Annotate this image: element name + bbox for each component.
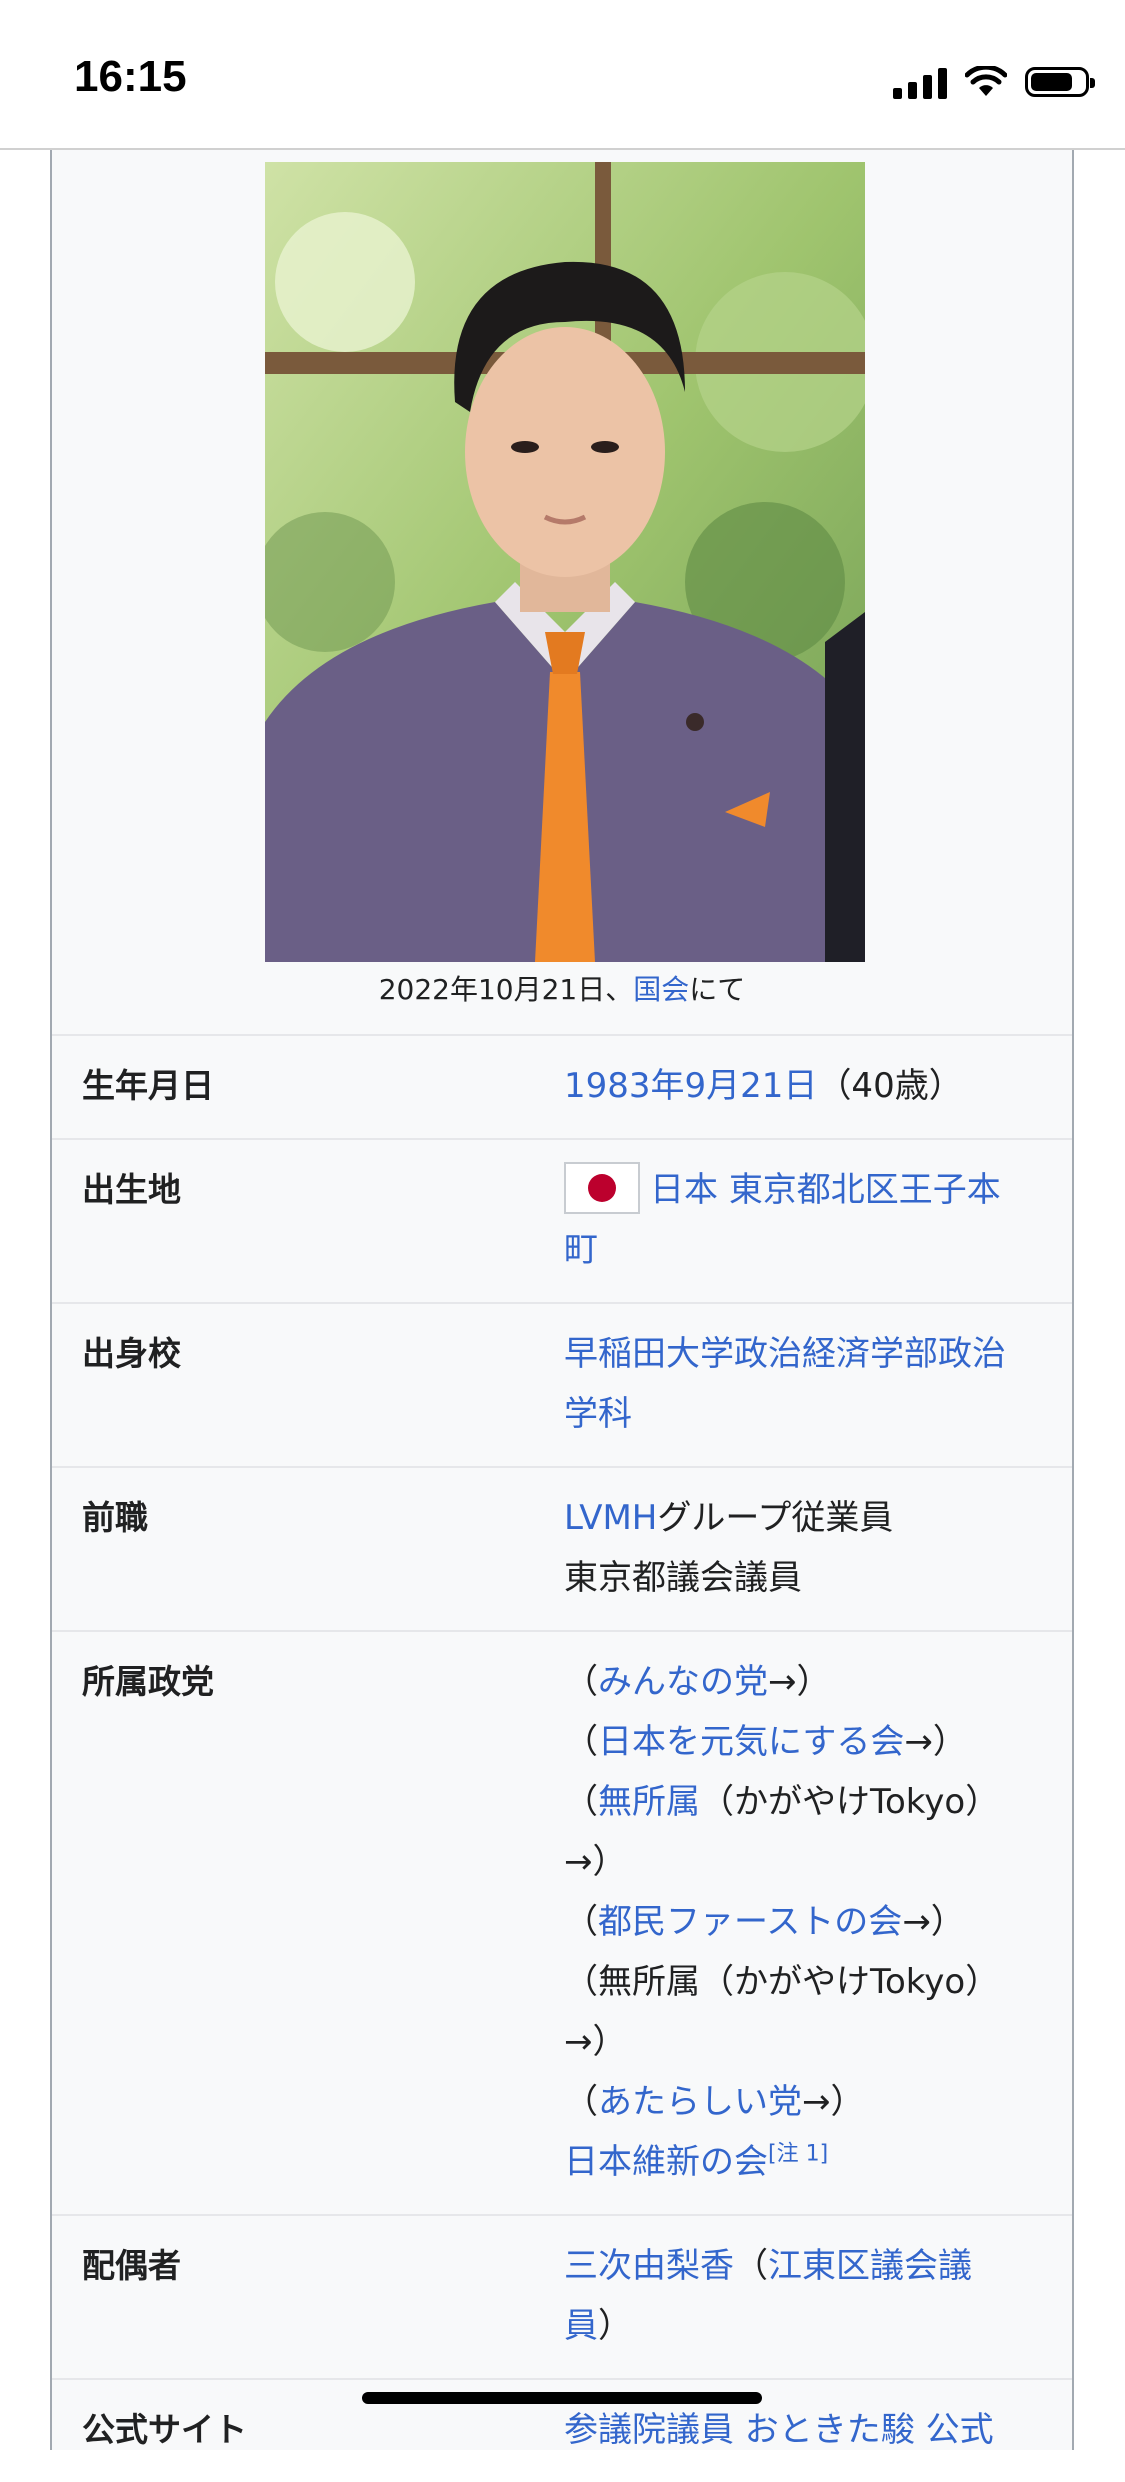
party-link-atarashii[interactable]: あたらしい党 bbox=[598, 2082, 802, 2122]
party-item: 日本維新の会[注 1] bbox=[564, 2132, 1034, 2192]
paren-close: →） bbox=[902, 1902, 965, 1942]
party-link-independent[interactable]: 無所属 bbox=[598, 1782, 700, 1822]
portrait-photo[interactable] bbox=[265, 162, 865, 962]
paren-close: →） bbox=[802, 2082, 865, 2122]
party-item: （無所属（かがやけTokyo）→） bbox=[564, 1952, 1034, 2072]
infobox-rows: 生年月日 1983年9月21日（40歳） 出生地 日本 東京都北区王子本町 出身… bbox=[52, 1034, 1072, 2482]
alma-mater-link[interactable]: 早稲田大学政治経済学部政治学科 bbox=[564, 1334, 1006, 1434]
paren-open: （ bbox=[564, 1722, 598, 1762]
party-item: （都民ファーストの会→） bbox=[564, 1892, 1034, 1952]
party-link-genki[interactable]: 日本を元気にする会 bbox=[598, 1722, 904, 1762]
spouse-name-link[interactable]: 三次由梨香 bbox=[564, 2246, 734, 2286]
caption-place-link[interactable]: 国会 bbox=[633, 973, 689, 1006]
company-suffix: グループ従業員 bbox=[657, 1498, 894, 1538]
age-text: （40歳） bbox=[817, 1066, 963, 1106]
party-item: （あたらしい党→） bbox=[564, 2072, 1034, 2132]
previous-job-line2: 東京都議会議員 bbox=[564, 1558, 802, 1598]
paren-open: （ bbox=[564, 2082, 598, 2122]
previous-job-value: LVMHグループ従業員 東京都議会議員 bbox=[564, 1488, 1034, 1608]
website-link[interactable]: 参議院議員 おときた駿 公式 bbox=[564, 2410, 994, 2450]
row-spouse: 配偶者 三次由梨香（江東区議会議員） bbox=[52, 2214, 1072, 2378]
birth-date-label: 生年月日 bbox=[82, 1066, 214, 1105]
japan-flag-icon[interactable] bbox=[564, 1161, 640, 1214]
previous-job-line1: LVMHグループ従業員 bbox=[564, 1488, 1034, 1548]
birth-place-value: 日本 東京都北区王子本町 bbox=[564, 1160, 1034, 1280]
battery-icon bbox=[1025, 67, 1095, 97]
row-alma-mater: 出身校 早稲田大学政治経済学部政治学科 bbox=[52, 1302, 1072, 1466]
lvmh-link[interactable]: LVMH bbox=[564, 1498, 657, 1538]
paren-close: →） bbox=[904, 1722, 967, 1762]
caption-date: 2022年10月21日、 bbox=[378, 973, 634, 1006]
infobox: 2022年10月21日、国会にて 生年月日 1983年9月21日（40歳） 出生… bbox=[50, 150, 1074, 2450]
paren-open: （ bbox=[564, 1962, 598, 2002]
website-value: 参議院議員 おときた駿 公式 bbox=[564, 2400, 1034, 2460]
row-birth-place: 出生地 日本 東京都北区王子本町 bbox=[52, 1138, 1072, 1302]
previous-job-label: 前職 bbox=[82, 1498, 148, 1537]
birth-place-label: 出生地 bbox=[82, 1170, 181, 1209]
paren-open: （ bbox=[734, 2246, 768, 2286]
status-time: 16:15 bbox=[74, 52, 187, 101]
party-item: （みんなの党→） bbox=[564, 1652, 1034, 1712]
country-link[interactable]: 日本 bbox=[650, 1170, 718, 1210]
caption-suffix: にて bbox=[689, 973, 746, 1006]
birth-date-link[interactable]: 1983年9月21日 bbox=[564, 1066, 817, 1106]
paren-open: （ bbox=[564, 1662, 598, 1702]
spouse-value: 三次由梨香（江東区議会議員） bbox=[564, 2236, 1034, 2356]
party-text-independent: 無所属（かがやけTokyo）→） bbox=[564, 1962, 1000, 2062]
row-previous-job: 前職 LVMHグループ従業員 東京都議会議員 bbox=[52, 1466, 1072, 1630]
party-link-ishin[interactable]: 日本維新の会 bbox=[564, 2142, 768, 2182]
status-bar: 16:15 bbox=[0, 0, 1125, 150]
alma-mater-label: 出身校 bbox=[82, 1334, 181, 1373]
alma-mater-value: 早稲田大学政治経済学部政治学科 bbox=[564, 1324, 1034, 1444]
wifi-icon bbox=[965, 66, 1007, 96]
party-link-tomin-first[interactable]: 都民ファーストの会 bbox=[598, 1902, 902, 1942]
photo-caption: 2022年10月21日、国会にて bbox=[52, 968, 1072, 1008]
paren-close: ） bbox=[598, 2306, 632, 2346]
note-1-link[interactable]: [注 1] bbox=[768, 2142, 828, 2167]
paren-close: →） bbox=[768, 1662, 831, 1702]
home-indicator[interactable] bbox=[362, 2392, 762, 2404]
status-icons bbox=[893, 62, 1095, 102]
spouse-label: 配偶者 bbox=[82, 2246, 181, 2285]
party-value: （みんなの党→） （日本を元気にする会→） （無所属（かがやけTokyo）→） … bbox=[564, 1652, 1034, 2192]
row-party: 所属政党 （みんなの党→） （日本を元気にする会→） （無所属（かがやけToky… bbox=[52, 1630, 1072, 2214]
row-birth-date: 生年月日 1983年9月21日（40歳） bbox=[52, 1034, 1072, 1138]
birth-date-value: 1983年9月21日（40歳） bbox=[564, 1056, 1034, 1116]
paren-open: （ bbox=[564, 1782, 598, 1822]
party-item: （無所属（かがやけTokyo）→） bbox=[564, 1772, 1034, 1892]
party-item: （日本を元気にする会→） bbox=[564, 1712, 1034, 1772]
party-link-minna[interactable]: みんなの党 bbox=[598, 1662, 768, 1702]
website-label: 公式サイト bbox=[82, 2410, 247, 2449]
paren-open: （ bbox=[564, 1902, 598, 1942]
cellular-signal-icon bbox=[893, 65, 947, 99]
party-label: 所属政党 bbox=[82, 1662, 214, 1701]
